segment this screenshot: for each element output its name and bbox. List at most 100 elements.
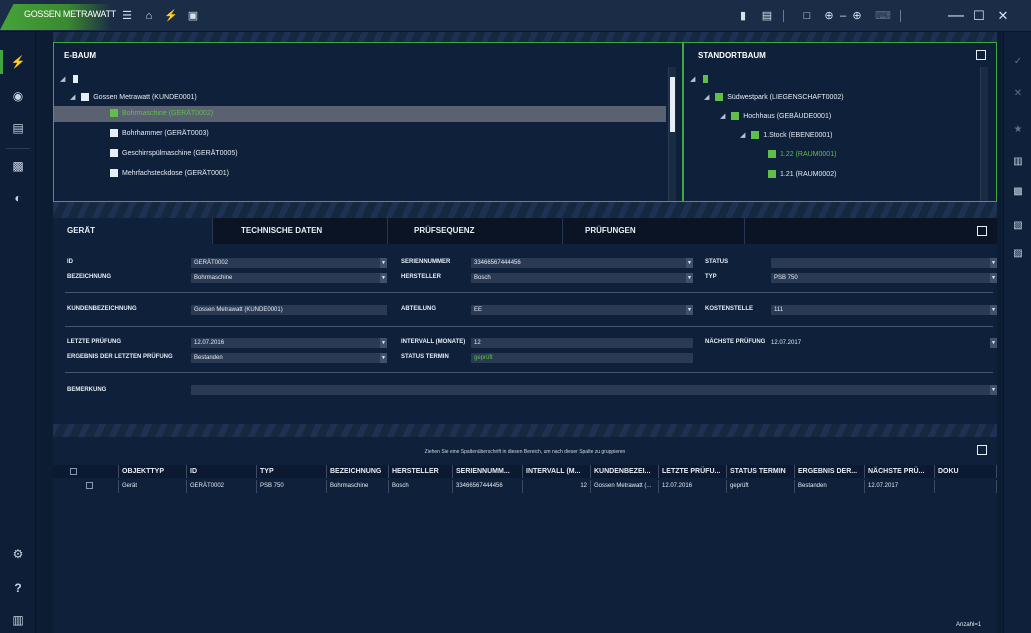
maximize-icon[interactable]: ☐: [972, 9, 986, 23]
keyboard-icon[interactable]: ⌨: [875, 9, 891, 23]
zoom-in-icon[interactable]: ⊕: [850, 9, 864, 23]
tree-root[interactable]: ◢: [690, 72, 712, 88]
standort-scrollbar[interactable]: [980, 67, 988, 201]
column-header[interactable]: Seriennumm...: [453, 465, 523, 478]
tree-item-floor[interactable]: ◢ 1.Stock (EBENE0001): [740, 128, 833, 144]
tree-item-room-selected[interactable]: 1.22 (RAUM0001): [768, 147, 836, 163]
kundenbezeichnung-field[interactable]: Gossen Metrawatt (KUNDE0001): [191, 305, 387, 315]
table-cell[interactable]: 12.07.2017: [865, 480, 935, 493]
tree-root[interactable]: ◢: [60, 72, 82, 88]
status-field[interactable]: ▼: [771, 258, 997, 268]
table-cell[interactable]: 12.07.2016: [659, 480, 727, 493]
document-icon[interactable]: ▤: [760, 9, 774, 23]
tab-pruefungen[interactable]: Prüfungen: [563, 218, 745, 244]
table-cell[interactable]: Gossen Metrawatt (...: [591, 480, 659, 493]
splitter-bar[interactable]: [53, 202, 997, 218]
e-baum-scrollbar[interactable]: [668, 67, 676, 201]
tree-item-room[interactable]: 1.21 (RAUM0002): [768, 167, 836, 183]
window-icon[interactable]: □: [800, 9, 814, 23]
maximize-icon[interactable]: [977, 226, 987, 236]
tree-item-building[interactable]: ◢ Hochhaus (GEBÄUDE0001): [720, 109, 831, 125]
monitor-icon[interactable]: ▣: [186, 9, 200, 23]
chevron-down-icon: ▼: [686, 258, 693, 268]
column-header[interactable]: Intervall (M...: [523, 465, 591, 478]
zoom-out-icon[interactable]: ⊕: [822, 9, 836, 23]
naechste-pruefung-field[interactable]: 12.07.2017 ▼: [771, 338, 997, 348]
copy-icon[interactable]: ▩: [1010, 184, 1026, 200]
check-icon[interactable]: ✓: [1010, 54, 1026, 70]
column-header[interactable]: ID: [187, 465, 257, 478]
table-cell[interactable]: PSB 750: [257, 480, 327, 493]
ergebnis-field[interactable]: Bestanden ▼: [191, 353, 387, 363]
splitter-bar[interactable]: [53, 424, 997, 437]
column-header[interactable]: Ergebnis der...: [795, 465, 865, 478]
chart-icon[interactable]: ▤: [4, 116, 32, 140]
scrollbar-thumb[interactable]: [670, 77, 675, 132]
column-header[interactable]: Objekttyp: [119, 465, 187, 478]
seriennummer-field[interactable]: 33466567444456 ▼: [471, 258, 693, 268]
column-header[interactable]: Typ: [257, 465, 327, 478]
column-header[interactable]: Hersteller: [389, 465, 453, 478]
table-cell[interactable]: Bestanden: [795, 480, 865, 493]
row-checkbox-cell[interactable]: [53, 480, 119, 493]
help-icon[interactable]: ?: [4, 576, 32, 600]
cancel-icon[interactable]: ✕: [1010, 86, 1026, 102]
home-icon[interactable]: ⌂: [142, 9, 156, 23]
abteilung-label: Abteilung: [401, 306, 436, 312]
trash-icon[interactable]: ▥: [4, 608, 32, 632]
maximize-icon[interactable]: [976, 50, 986, 60]
column-header[interactable]: Nächste Prü...: [865, 465, 935, 478]
table-cell[interactable]: Gerät: [119, 480, 187, 493]
gauge-icon[interactable]: ◐: [4, 186, 32, 210]
star-icon[interactable]: ★: [1010, 122, 1026, 138]
right-action-bar: ✓ ✕ ★ ▥ ▩ ▧ ▨: [1003, 32, 1031, 633]
abteilung-field[interactable]: EE ▼: [471, 305, 693, 315]
globe-icon[interactable]: ◉: [4, 84, 32, 108]
lightning-icon[interactable]: ⚡: [4, 50, 32, 74]
select-all-header[interactable]: [53, 465, 119, 478]
tree-item-property[interactable]: ◢ Südwestpark (LIEGENSCHAFT0002): [704, 90, 844, 106]
kostenstelle-field[interactable]: 111 ▼: [771, 305, 997, 315]
paste-icon[interactable]: ▧: [1010, 218, 1026, 234]
table-cell[interactable]: Bohrmaschine: [327, 480, 389, 493]
bemerkung-field[interactable]: ▼: [191, 385, 997, 395]
close-icon[interactable]: ✕: [996, 9, 1010, 23]
menu-icon[interactable]: ☰: [120, 9, 134, 23]
tree-item-label: Südwestpark (LIEGENSCHAFT0002): [727, 94, 844, 101]
tree-item-selected[interactable]: Bohrmaschine (GERÄT0002): [54, 106, 666, 122]
device-icon[interactable]: ▮: [736, 9, 750, 23]
typ-field[interactable]: PSB 750 ▼: [771, 273, 997, 283]
table-cell[interactable]: geprüft: [727, 480, 795, 493]
export-icon[interactable]: ▨: [1010, 246, 1026, 262]
table-cell[interactable]: GERÄT0002: [187, 480, 257, 493]
table-cell[interactable]: 33466567444456: [453, 480, 523, 493]
intervall-field[interactable]: 12: [471, 338, 693, 348]
column-header[interactable]: Status Termin: [727, 465, 795, 478]
settings-icon[interactable]: ⚙: [4, 542, 32, 566]
hersteller-field[interactable]: Bosch ▼: [471, 273, 693, 283]
tab-geraet[interactable]: Gerät: [53, 218, 213, 244]
column-header[interactable]: Doku: [935, 465, 997, 478]
tab-technische-daten[interactable]: Technische Daten: [213, 218, 388, 244]
column-header[interactable]: Letzte Prüfu...: [659, 465, 727, 478]
bezeichnung-field[interactable]: Bohrmaschine ▼: [191, 273, 387, 283]
minimize-icon[interactable]: —: [948, 8, 964, 24]
table-cell[interactable]: 12: [523, 480, 591, 493]
id-field[interactable]: GERÄT0002 ▼: [191, 258, 387, 268]
tree-item[interactable]: Bohrhammer (GERÄT0003): [110, 126, 209, 142]
tree-item-customer[interactable]: ◢ Gossen Metrawatt (KUNDE0001): [70, 90, 197, 106]
checkbox[interactable]: [86, 481, 93, 489]
letzte-pruefung-field[interactable]: 12.07.2016 ▼: [191, 338, 387, 348]
tree-item[interactable]: Geschirrspülmaschine (GERÄT0005): [110, 146, 238, 162]
column-header[interactable]: Bezeichnung: [327, 465, 389, 478]
table-cell[interactable]: [935, 480, 997, 493]
table-cell[interactable]: Bosch: [389, 480, 453, 493]
column-header[interactable]: Kundenbezei...: [591, 465, 659, 478]
tree-item[interactable]: Mehrfachsteckdose (GERÄT0001): [110, 166, 229, 182]
delete-icon[interactable]: ▥: [1010, 154, 1026, 170]
checkbox[interactable]: [70, 467, 77, 475]
lightning-icon[interactable]: ⚡: [164, 9, 178, 23]
building-icon[interactable]: ▩: [4, 154, 32, 178]
active-indicator: [0, 50, 3, 74]
tab-pruefsequenz[interactable]: Prüfsequenz: [388, 218, 563, 244]
